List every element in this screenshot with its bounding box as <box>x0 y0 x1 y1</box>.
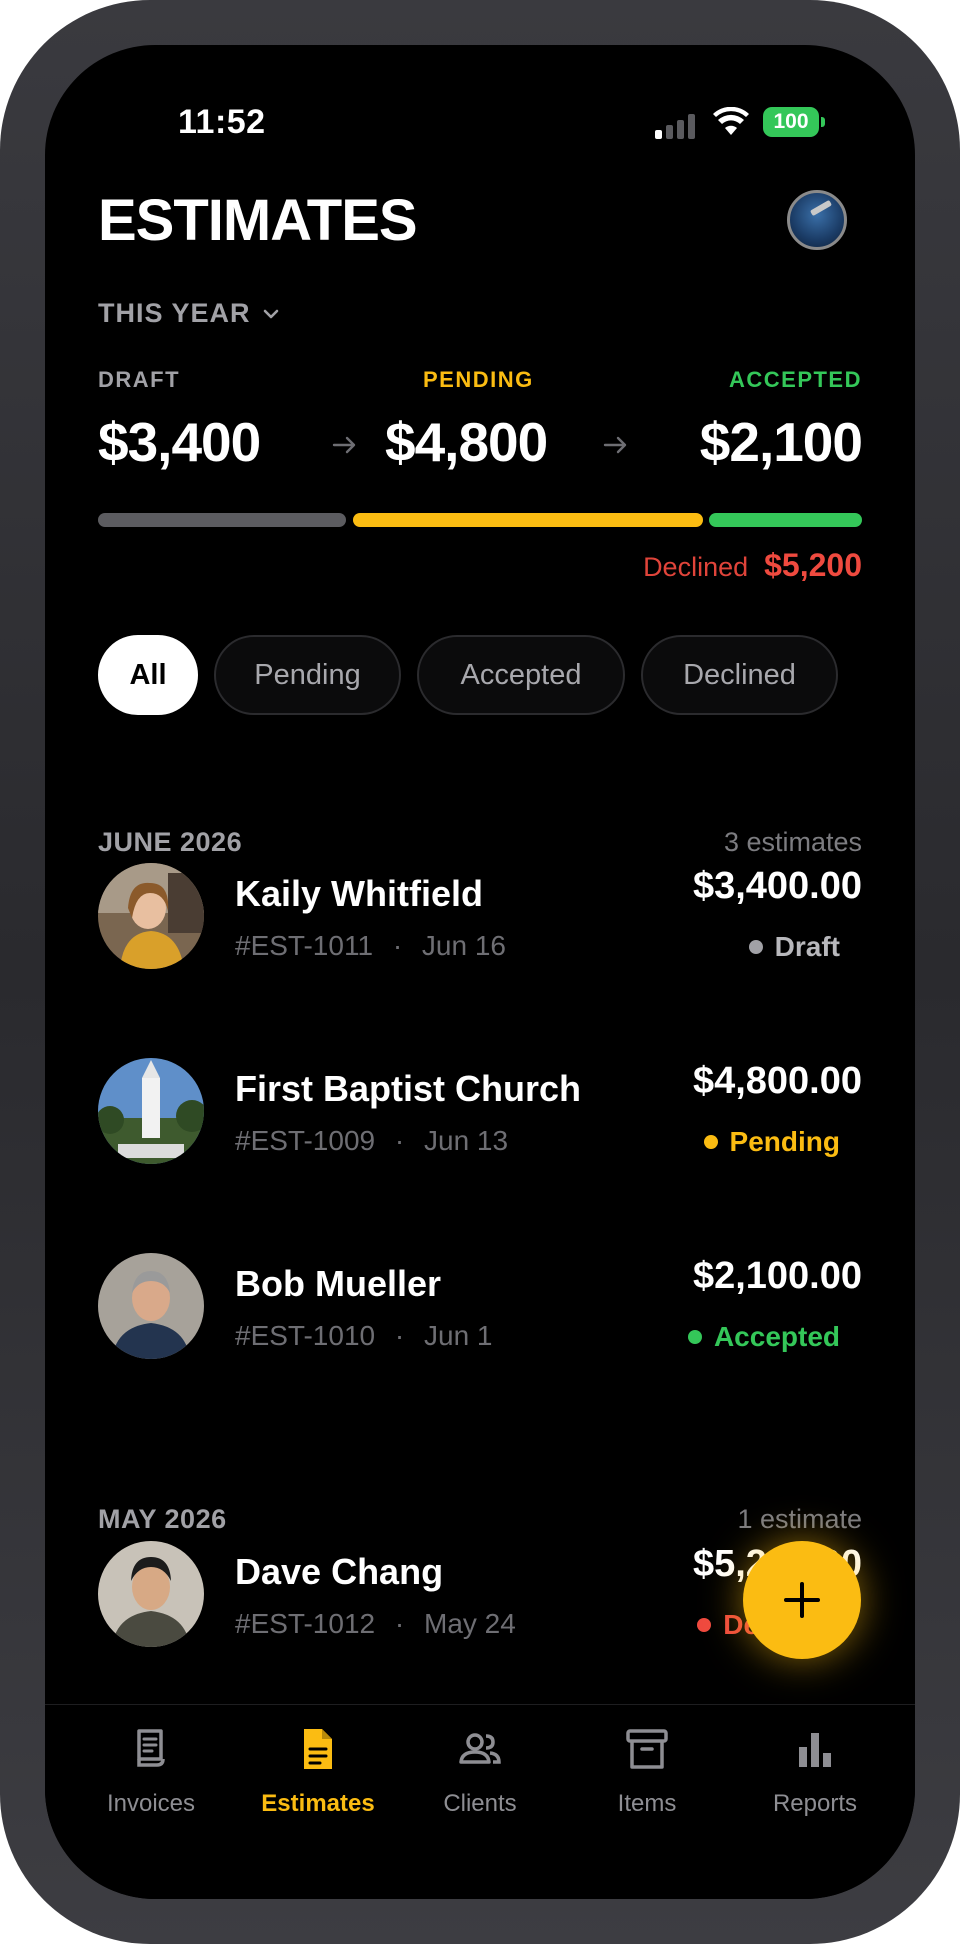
estimate-amount: $3,400.00 <box>692 865 862 907</box>
client-name: First Baptist Church <box>235 1068 582 1109</box>
declined-summary: Declined $5,200 <box>643 547 862 584</box>
client-name: Bob Mueller <box>235 1263 442 1304</box>
group-count: 1 estimate <box>737 1504 862 1534</box>
filter-chip-declined[interactable]: Declined <box>641 635 838 715</box>
tab-bar: Invoices Estimates Clients Items Reports <box>45 1704 915 1899</box>
period-label: THIS YEAR <box>98 298 251 328</box>
people-icon <box>459 1733 501 1764</box>
bar-chart-icon <box>799 1733 831 1767</box>
group-title: MAY 2026 <box>98 1504 227 1534</box>
accepted-label: ACCEPTED <box>728 367 862 392</box>
meta-separator: · <box>392 930 403 961</box>
estimate-date: Jun 1 <box>424 1320 493 1351</box>
estimate-date: Jun 13 <box>424 1125 509 1156</box>
group-title: JUNE 2026 <box>98 827 243 857</box>
status-dot <box>687 1330 702 1344</box>
tab-items[interactable]: Items <box>567 1725 727 1818</box>
draft-progress-bar <box>98 513 346 527</box>
filter-chips: All Pending Accepted Declined <box>98 635 838 715</box>
tab-invoices[interactable]: Invoices <box>71 1725 231 1818</box>
group-header-june: JUNE 2026 3 estimates <box>98 827 862 858</box>
screen: 11:52 100 ESTIMATES THIS YEAR DRAFT PEND… <box>45 45 915 1899</box>
chevron-down-icon <box>263 309 278 318</box>
estimate-meta: #EST-1012 · May 24 <box>235 1608 516 1640</box>
accepted-progress-bar <box>709 513 862 527</box>
accepted-total: $2,100 <box>699 411 863 473</box>
client-avatar <box>98 1058 204 1164</box>
client-name: Dave Chang <box>235 1551 444 1592</box>
battery-indicator: 100 <box>763 107 819 137</box>
status-badge: Pending <box>703 1126 840 1158</box>
add-estimate-button[interactable] <box>743 1541 861 1659</box>
estimate-amount: $4,800.00 <box>692 1060 862 1102</box>
archive-box-icon <box>626 1729 668 1769</box>
status-dot <box>697 1618 712 1632</box>
status-bar: 11:52 100 <box>45 45 915 165</box>
estimate-row[interactable]: Kaily Whitfield #EST-1011 · Jun 16 $3,40… <box>98 863 862 973</box>
declined-label: Declined <box>643 552 749 582</box>
tab-reports[interactable]: Reports <box>735 1725 895 1818</box>
client-avatar <box>98 1253 204 1359</box>
invoice-icon <box>137 1729 165 1767</box>
pending-progress-bar <box>353 513 703 527</box>
draft-total: $3,400 <box>98 411 261 473</box>
status-dot <box>703 1135 718 1149</box>
device-frame: 11:52 100 ESTIMATES THIS YEAR DRAFT PEND… <box>0 0 960 1944</box>
estimate-number: #EST-1010 <box>235 1320 376 1351</box>
client-name: Kaily Whitfield <box>235 873 484 914</box>
period-selector[interactable]: THIS YEAR <box>98 298 281 329</box>
estimate-meta: #EST-1009 · Jun 13 <box>235 1125 508 1157</box>
tab-label: Invoices <box>106 1790 196 1817</box>
page-title: ESTIMATES <box>98 188 418 253</box>
wifi-icon <box>713 107 749 135</box>
arrow-right-icon <box>603 436 627 454</box>
estimate-meta: #EST-1010 · Jun 1 <box>235 1320 493 1352</box>
group-header-may: MAY 2026 1 estimate <box>98 1504 862 1535</box>
gavel-logo-icon <box>809 199 833 217</box>
pending-total: $4,800 <box>385 411 548 473</box>
tab-clients[interactable]: Clients <box>400 1725 560 1818</box>
client-avatar <box>98 863 204 969</box>
plus-icon <box>784 1582 820 1618</box>
status-badge: Draft <box>748 931 840 963</box>
meta-separator: · <box>394 1125 405 1156</box>
estimate-number: #EST-1009 <box>235 1125 376 1156</box>
status-label: Pending <box>729 1126 840 1157</box>
tab-label: Reports <box>772 1790 858 1817</box>
profile-avatar[interactable] <box>787 190 847 250</box>
draft-label: DRAFT <box>98 367 181 392</box>
filter-chip-pending[interactable]: Pending <box>214 635 401 715</box>
estimate-date: May 24 <box>424 1608 516 1639</box>
pending-label: PENDING <box>423 367 534 392</box>
group-count: 3 estimates <box>723 827 862 857</box>
document-icon <box>304 1729 332 1769</box>
meta-separator: · <box>394 1320 405 1351</box>
estimate-number: #EST-1012 <box>235 1608 376 1639</box>
cellular-signal-icon <box>655 113 697 139</box>
battery-nub <box>821 117 825 127</box>
estimate-row[interactable]: First Baptist Church #EST-1009 · Jun 13 … <box>98 1058 862 1168</box>
tab-label: Estimates <box>261 1790 375 1817</box>
tab-label: Clients <box>443 1790 517 1817</box>
status-label: Draft <box>774 931 840 962</box>
declined-total: $5,200 <box>764 547 862 583</box>
estimate-row[interactable]: Bob Mueller #EST-1010 · Jun 1 $2,100.00 … <box>98 1253 862 1363</box>
estimate-date: Jun 16 <box>421 930 506 961</box>
filter-chip-all[interactable]: All <box>98 635 198 715</box>
status-time: 11:52 <box>178 103 266 141</box>
tab-estimates[interactable]: Estimates <box>238 1725 398 1818</box>
tab-label: Items <box>617 1790 677 1817</box>
status-label: Accepted <box>713 1321 840 1352</box>
estimate-number: #EST-1011 <box>235 930 374 961</box>
arrow-right-icon <box>332 436 356 454</box>
status-dot <box>748 940 763 954</box>
estimate-meta: #EST-1011 · Jun 16 <box>235 930 506 962</box>
filter-chip-accepted[interactable]: Accepted <box>417 635 625 715</box>
meta-separator: · <box>394 1608 405 1639</box>
status-badge: Accepted <box>687 1321 840 1353</box>
estimate-amount: $2,100.00 <box>692 1255 862 1297</box>
client-avatar <box>98 1541 204 1647</box>
